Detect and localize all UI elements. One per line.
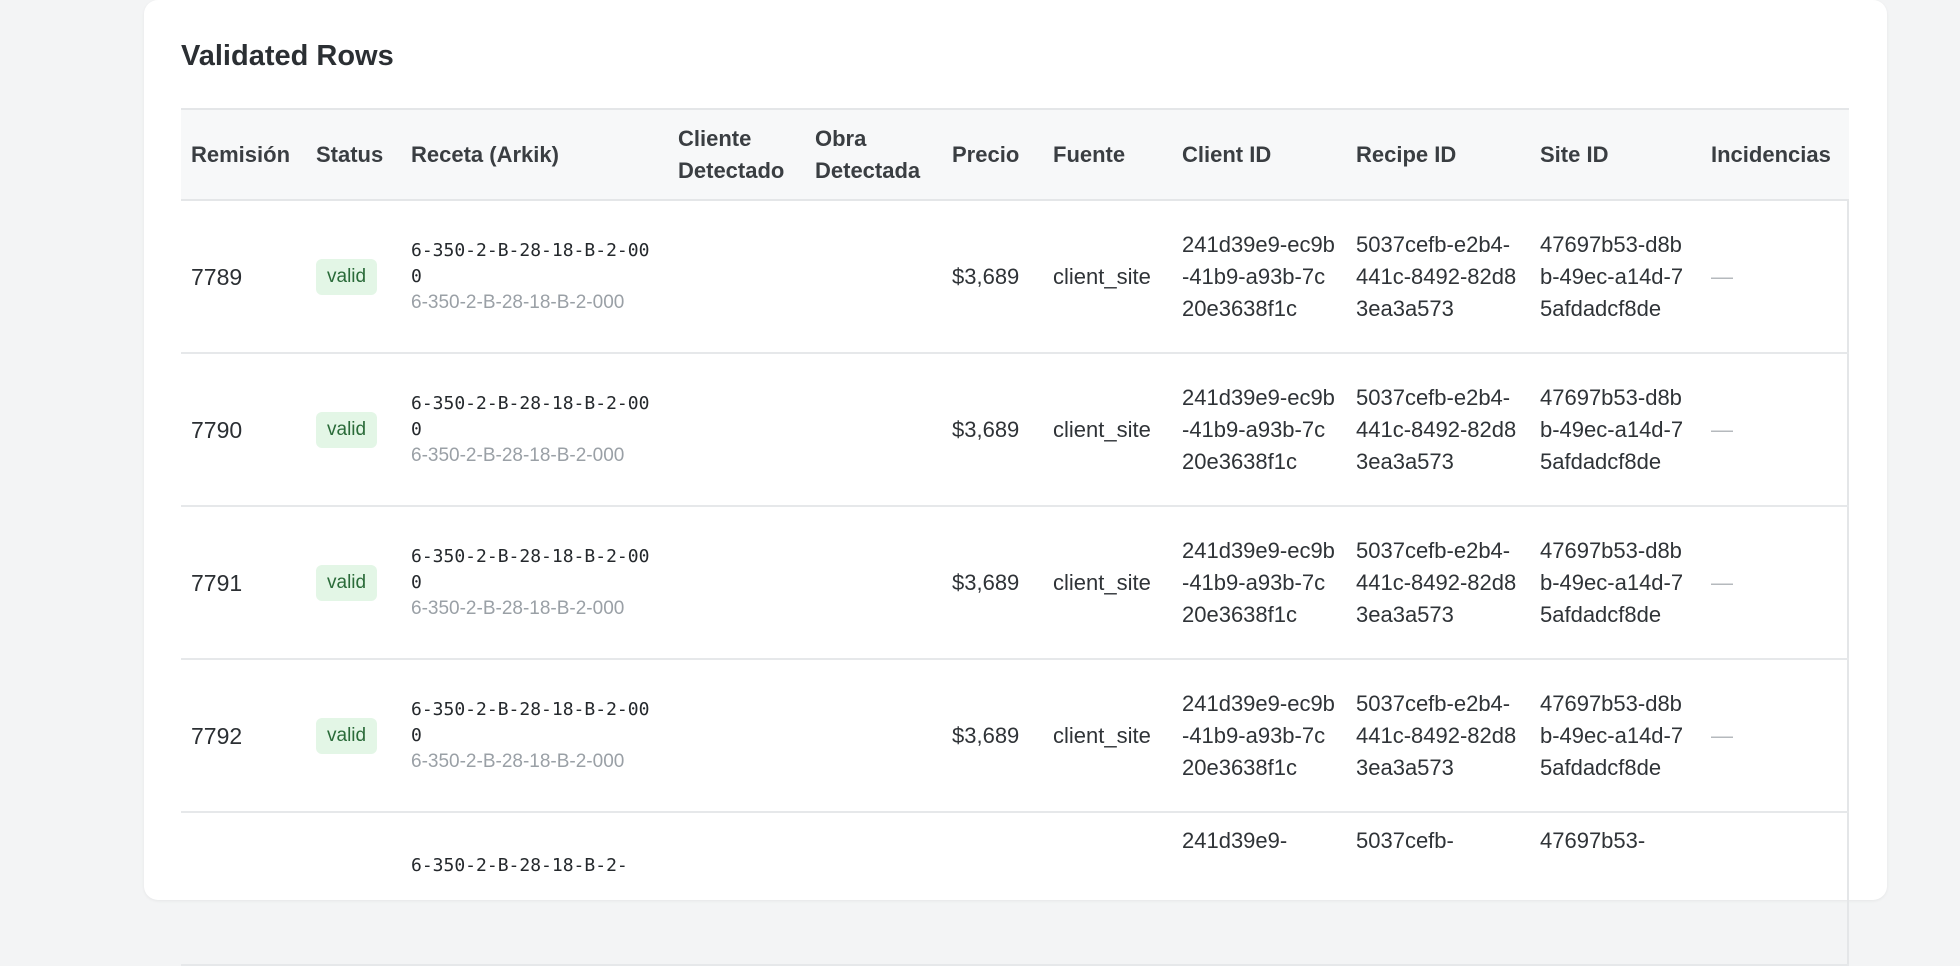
receta-cell: 6-350-2-B-28-18-B-2-000 6-350-2-B-28-18-B… [401, 200, 668, 353]
obra-detectada-cell [805, 506, 942, 659]
column-header-cliente-detectado[interactable]: Cliente Detectado [668, 109, 805, 200]
site-id-cell: 47697b53- [1540, 828, 1646, 853]
table-row[interactable]: 7789 valid 6-350-2-B-28-18-B-2-000 6-350-… [181, 200, 1849, 353]
status-cell: valid [306, 200, 401, 353]
status-cell: valid [306, 506, 401, 659]
receta-cell: 6-350-2-B-28-18-B-2- [401, 812, 668, 965]
precio-cell [942, 812, 1043, 965]
incidencias-cell [1701, 812, 1849, 965]
status-cell [306, 812, 401, 965]
precio-cell: $3,689 [952, 416, 1020, 442]
cliente-detectado-cell [668, 659, 805, 812]
incidencias-cell: — [1711, 263, 1733, 289]
cliente-detectado-cell [668, 200, 805, 353]
receta-cell: 6-350-2-B-28-18-B-2-000 6-350-2-B-28-18-B… [401, 353, 668, 506]
site-id-cell: 47697b53-d8bb-49ec-a14d-75afdadcf8de [1540, 690, 1684, 780]
table-body: 7789 valid 6-350-2-B-28-18-B-2-000 6-350-… [181, 200, 1849, 965]
site-id-cell: 47697b53-d8bb-49ec-a14d-75afdadcf8de [1540, 231, 1684, 321]
fuente-cell [1043, 812, 1172, 965]
incidencias-cell: — [1711, 722, 1733, 748]
precio-cell: $3,689 [952, 263, 1020, 289]
recipe-code-secondary: 6-350-2-B-28-18-B-2-000 [411, 750, 625, 772]
status-badge: valid [316, 411, 378, 448]
cliente-detectado-cell [668, 353, 805, 506]
column-header-fuente[interactable]: Fuente [1043, 109, 1172, 200]
receta-cell: 6-350-2-B-28-18-B-2-000 6-350-2-B-28-18-B… [401, 659, 668, 812]
column-header-recipe-id[interactable]: Recipe ID [1346, 109, 1530, 200]
fuente-cell: client_site [1053, 722, 1151, 748]
client-id-cell: 241d39e9-ec9b-41b9-a93b-7c20e3638f1c [1182, 690, 1335, 780]
obra-detectada-cell [805, 200, 942, 353]
status-badge: valid [316, 564, 378, 601]
remision-cell: 7789 [191, 263, 243, 290]
obra-detectada-cell [805, 659, 942, 812]
table-header-row: Remisión Status Receta (Arkik) Cliente D… [181, 109, 1849, 200]
recipe-code-secondary: 6-350-2-B-28-18-B-2-000 [411, 597, 625, 619]
card-title: Validated Rows [181, 40, 394, 72]
column-header-site-id[interactable]: Site ID [1530, 109, 1701, 200]
site-id-cell: 47697b53-d8bb-49ec-a14d-75afdadcf8de [1540, 384, 1684, 474]
status-badge: valid [316, 258, 378, 295]
client-id-cell: 241d39e9-ec9b-41b9-a93b-7c20e3638f1c [1182, 384, 1335, 474]
remision-cell: 7791 [191, 569, 243, 596]
validated-rows-card: Validated Rows Remisión Status Receta (A… [144, 0, 1887, 966]
precio-cell: $3,689 [952, 722, 1020, 748]
column-header-status[interactable]: Status [306, 109, 401, 200]
obra-detectada-cell [805, 353, 942, 506]
remision-cell: 7792 [191, 722, 243, 749]
table-row[interactable]: 7792 valid 6-350-2-B-28-18-B-2-000 6-350-… [181, 659, 1849, 812]
recipe-id-cell: 5037cefb-e2b4-441c-8492-82d83ea3a573 [1356, 384, 1517, 474]
recipe-code-secondary: 6-350-2-B-28-18-B-2-000 [411, 444, 625, 466]
client-id-cell: 241d39e9- [1182, 828, 1288, 853]
fuente-cell: client_site [1053, 416, 1151, 442]
column-header-obra-detectada[interactable]: Obra Detectada [805, 109, 942, 200]
receta-cell: 6-350-2-B-28-18-B-2-000 6-350-2-B-28-18-B… [401, 506, 668, 659]
table-row[interactable]: 7790 valid 6-350-2-B-28-18-B-2-000 6-350-… [181, 353, 1849, 506]
precio-cell: $3,689 [952, 569, 1020, 595]
table-container: Remisión Status Receta (Arkik) Cliente D… [181, 108, 1849, 966]
cliente-detectado-cell [668, 812, 805, 965]
recipe-id-cell: 5037cefb-e2b4-441c-8492-82d83ea3a573 [1356, 231, 1517, 321]
client-id-cell: 241d39e9-ec9b-41b9-a93b-7c20e3638f1c [1182, 537, 1335, 627]
column-header-client-id[interactable]: Client ID [1172, 109, 1346, 200]
recipe-id-cell: 5037cefb-e2b4-441c-8492-82d83ea3a573 [1356, 537, 1517, 627]
fuente-cell: client_site [1053, 569, 1151, 595]
remision-cell [181, 812, 306, 965]
column-header-remision[interactable]: Remisión [181, 109, 306, 200]
obra-detectada-cell [805, 812, 942, 965]
recipe-code-secondary: 6-350-2-B-28-18-B-2-000 [411, 291, 625, 313]
recipe-code: 6-350-2-B-28-18-B-2-000 [411, 698, 650, 746]
fuente-cell: client_site [1053, 263, 1151, 289]
client-id-cell: 241d39e9-ec9b-41b9-a93b-7c20e3638f1c [1182, 231, 1335, 321]
cliente-detectado-cell [668, 506, 805, 659]
recipe-code: 6-350-2-B-28-18-B-2-000 [411, 239, 650, 287]
table-row[interactable]: 6-350-2-B-28-18-B-2- 241d39e9- 5037cefb-… [181, 812, 1849, 965]
status-cell: valid [306, 659, 401, 812]
status-badge: valid [316, 717, 378, 754]
recipe-code: 6-350-2-B-28-18-B-2- [411, 855, 628, 876]
column-header-receta[interactable]: Receta (Arkik) [401, 109, 668, 200]
recipe-code: 6-350-2-B-28-18-B-2-000 [411, 392, 650, 440]
incidencias-cell: — [1711, 569, 1733, 595]
column-header-precio[interactable]: Precio [942, 109, 1043, 200]
recipe-code: 6-350-2-B-28-18-B-2-000 [411, 545, 650, 593]
incidencias-cell: — [1711, 416, 1733, 442]
remision-cell: 7790 [191, 416, 243, 443]
recipe-id-cell: 5037cefb-e2b4-441c-8492-82d83ea3a573 [1356, 690, 1517, 780]
site-id-cell: 47697b53-d8bb-49ec-a14d-75afdadcf8de [1540, 537, 1684, 627]
table-row[interactable]: 7791 valid 6-350-2-B-28-18-B-2-000 6-350-… [181, 506, 1849, 659]
recipe-id-cell: 5037cefb- [1356, 828, 1454, 853]
validated-rows-table: Remisión Status Receta (Arkik) Cliente D… [181, 108, 1849, 966]
status-cell: valid [306, 353, 401, 506]
column-header-incidencias[interactable]: Incidencias [1701, 109, 1849, 200]
